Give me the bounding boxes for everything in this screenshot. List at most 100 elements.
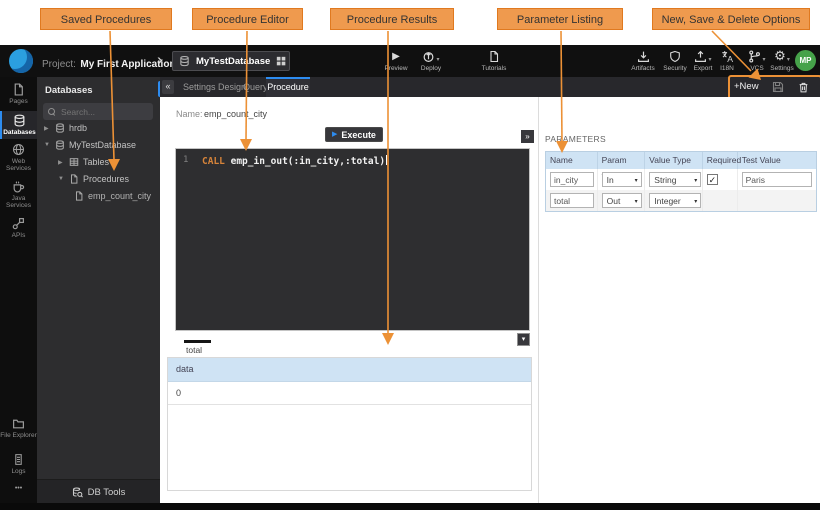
result-tab-total[interactable]: total <box>186 345 202 355</box>
database-icon <box>2 114 37 127</box>
parameters-title: PARAMETERS <box>545 134 606 144</box>
search-icon <box>48 108 55 115</box>
tutorials-button[interactable]: Tutorials <box>471 49 517 72</box>
sidebar-item-logs[interactable]: Logs <box>0 453 37 475</box>
app-window: Saved Procedures Procedure Editor Proced… <box>0 0 820 510</box>
tab-query[interactable]: Query <box>243 77 268 97</box>
param-name-input[interactable] <box>550 193 594 208</box>
caret-down-icon: ▾ <box>635 198 638 205</box>
parameter-row: Out ▾ Integer ▾ <box>546 190 816 211</box>
databases-panel: Databases + ▶ hrdb ▼ MyTestDatabase ▶ Ta… <box>37 77 160 503</box>
database-icon <box>55 123 65 133</box>
parameter-row: In ▾ String ▾ ✓ <box>546 169 816 190</box>
document-icon <box>471 49 517 63</box>
tab-procedure[interactable]: Procedure <box>266 77 310 97</box>
panel-title: Databases <box>45 85 93 96</box>
sidebar-item-web-services[interactable]: Web Services <box>0 143 37 172</box>
param-type-select[interactable]: In ▾ <box>602 172 642 187</box>
db-tools-button[interactable]: DB Tools <box>37 479 160 504</box>
deploy-button[interactable]: ▾ Deploy <box>408 49 454 72</box>
tab-settings[interactable]: Settings <box>183 77 216 97</box>
tree-item-mytestdatabase[interactable]: ▼ MyTestDatabase <box>44 140 136 150</box>
project-label: Project: <box>42 59 76 70</box>
tree-item-emp-count-city[interactable]: emp_count_city <box>74 191 151 201</box>
search-box[interactable] <box>43 103 153 120</box>
caret-down-icon: ▾ <box>694 177 697 184</box>
callout-parameter-listing: Parameter Listing <box>497 8 623 30</box>
tree-collapsed-icon[interactable]: ▶ <box>44 125 51 132</box>
parameters-table: Name Param Type Value Type Required Test… <box>545 151 817 212</box>
globe-icon <box>0 143 37 156</box>
new-procedure-button[interactable]: +New <box>734 77 759 97</box>
sidebar-item-databases[interactable]: Databases <box>0 111 37 139</box>
test-value-input[interactable] <box>742 172 812 187</box>
tree-expanded-icon[interactable]: ▼ <box>44 142 51 148</box>
search-input[interactable] <box>59 106 153 118</box>
coffee-cup-icon <box>0 180 37 193</box>
col-header-test-value: Test Value <box>738 152 816 169</box>
tree-item-tables[interactable]: ▶ Tables <box>58 157 109 167</box>
document-icon <box>74 191 84 201</box>
collapse-panel-button[interactable]: « <box>162 80 174 94</box>
value-type-select[interactable]: String ▾ <box>649 172 701 187</box>
caret-down-icon: ▾ <box>635 177 638 184</box>
code-line: CALL emp_in_out(:in_city,:total) <box>202 155 387 167</box>
db-tools-icon <box>72 487 83 498</box>
tree-collapsed-icon[interactable]: ▶ <box>58 159 65 166</box>
param-type-select[interactable]: Out ▾ <box>602 193 642 208</box>
parameters-header-row: Name Param Type Value Type Required Test… <box>546 152 816 169</box>
database-selector[interactable]: MyTestDatabase <box>172 51 290 71</box>
results-row[interactable]: 0 <box>168 382 531 405</box>
sql-keyword: CALL <box>202 156 225 167</box>
sql-editor[interactable]: 1 CALL emp_in_out(:in_city,:total) <box>175 148 530 331</box>
menu-caret-icon: ▾ <box>787 56 790 63</box>
collapse-results-button[interactable]: ▾ <box>517 333 530 346</box>
tab-design[interactable]: Design <box>218 77 246 97</box>
app-logo-icon[interactable] <box>9 49 33 73</box>
sql-statement: emp_in_out(:in_city,:total) <box>225 156 385 167</box>
sidebar-item-file-explorer[interactable]: File Explorer <box>0 417 37 439</box>
active-result-tab-indicator <box>184 340 211 343</box>
gear-icon: ⚙ <box>774 50 786 62</box>
topbar: Project: My First Application › MyTestDa… <box>0 45 820 77</box>
results-column-header: data <box>168 358 531 382</box>
param-name-input[interactable] <box>550 172 594 187</box>
tree-item-procedures[interactable]: ▼ Procedures <box>58 174 129 184</box>
database-icon <box>179 55 190 67</box>
save-icon[interactable] <box>772 81 784 93</box>
sidebar-item-pages[interactable]: Pages <box>0 83 37 105</box>
procedure-workspace: Name: emp_count_city ▶ Execute 1 CALL em… <box>160 97 820 503</box>
cloud-up-icon <box>422 50 435 63</box>
callout-new-save-delete: New, Save & Delete Options <box>652 8 810 30</box>
more-options-button[interactable]: ••• <box>0 485 37 492</box>
execute-button[interactable]: ▶ Execute <box>325 127 383 142</box>
left-nav-rail: Pages Databases Web Services Java Servic… <box>0 77 37 503</box>
tree-item-hrdb[interactable]: ▶ hrdb <box>44 123 87 133</box>
document-icon <box>69 174 79 184</box>
chevron-right-icon: › <box>157 50 163 70</box>
sidebar-item-apis[interactable]: APIs <box>0 217 37 239</box>
log-file-icon <box>0 453 37 466</box>
col-header-value-type: Value Type <box>645 152 703 169</box>
col-header-required: Required <box>703 152 738 169</box>
value-type-select[interactable]: Integer ▾ <box>649 193 701 208</box>
table-icon <box>69 157 79 167</box>
tab-bar: « Settings Design Query Procedure +New <box>160 77 820 97</box>
app-grid-icon[interactable] <box>276 56 286 66</box>
col-header-param-type: Param Type <box>598 152 646 169</box>
col-header-name: Name <box>546 152 598 169</box>
line-number: 1 <box>183 155 188 165</box>
tree-expanded-icon[interactable]: ▼ <box>58 176 65 182</box>
callout-saved-procedures: Saved Procedures <box>40 8 172 30</box>
expand-params-button[interactable]: » <box>521 130 534 143</box>
sidebar-item-java-services[interactable]: Java Services <box>0 180 37 209</box>
text-cursor <box>386 155 387 165</box>
required-checkbox[interactable]: ✓ <box>707 174 718 185</box>
callout-procedure-editor: Procedure Editor <box>192 8 303 30</box>
window-bottom-edge <box>0 503 820 510</box>
delete-icon[interactable] <box>798 81 809 94</box>
project-breadcrumb[interactable]: Project: My First Application <box>42 54 176 72</box>
name-label: Name: <box>176 109 203 119</box>
play-icon: ▶ <box>332 131 337 138</box>
user-avatar[interactable]: MP <box>795 50 816 71</box>
